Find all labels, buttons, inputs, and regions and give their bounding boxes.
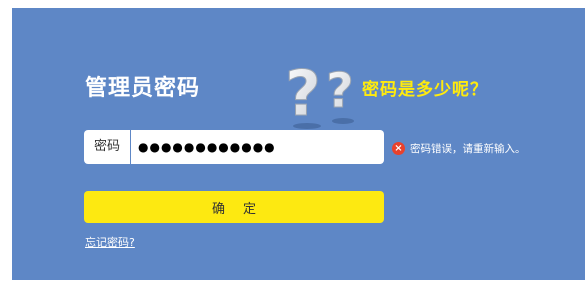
confirm-button[interactable]: 确定 [84,191,384,223]
error-message: × 密码错误，请重新输入。 [392,140,526,156]
password-hint: 密码是多少呢？ [362,80,488,100]
svg-text:?: ? [326,63,354,119]
svg-text:?: ? [285,57,321,130]
error-icon: × [392,141,405,155]
error-text: 密码错误，请重新输入。 [410,142,526,155]
forgot-password-link[interactable]: 忘记密码? [85,234,135,250]
page-title: 管理员密码 [85,76,201,101]
login-panel: 管理员密码 ? ? 密码是多少呢？ 密码 ●●●●●●●●●●●● × 密码错误… [12,8,585,280]
password-field: 密码 ●●●●●●●●●●●● [84,130,384,164]
password-label: 密码 [84,130,131,164]
password-input[interactable]: ●●●●●●●●●●●● [132,130,378,164]
question-marks-icon: ? ? [285,57,355,131]
